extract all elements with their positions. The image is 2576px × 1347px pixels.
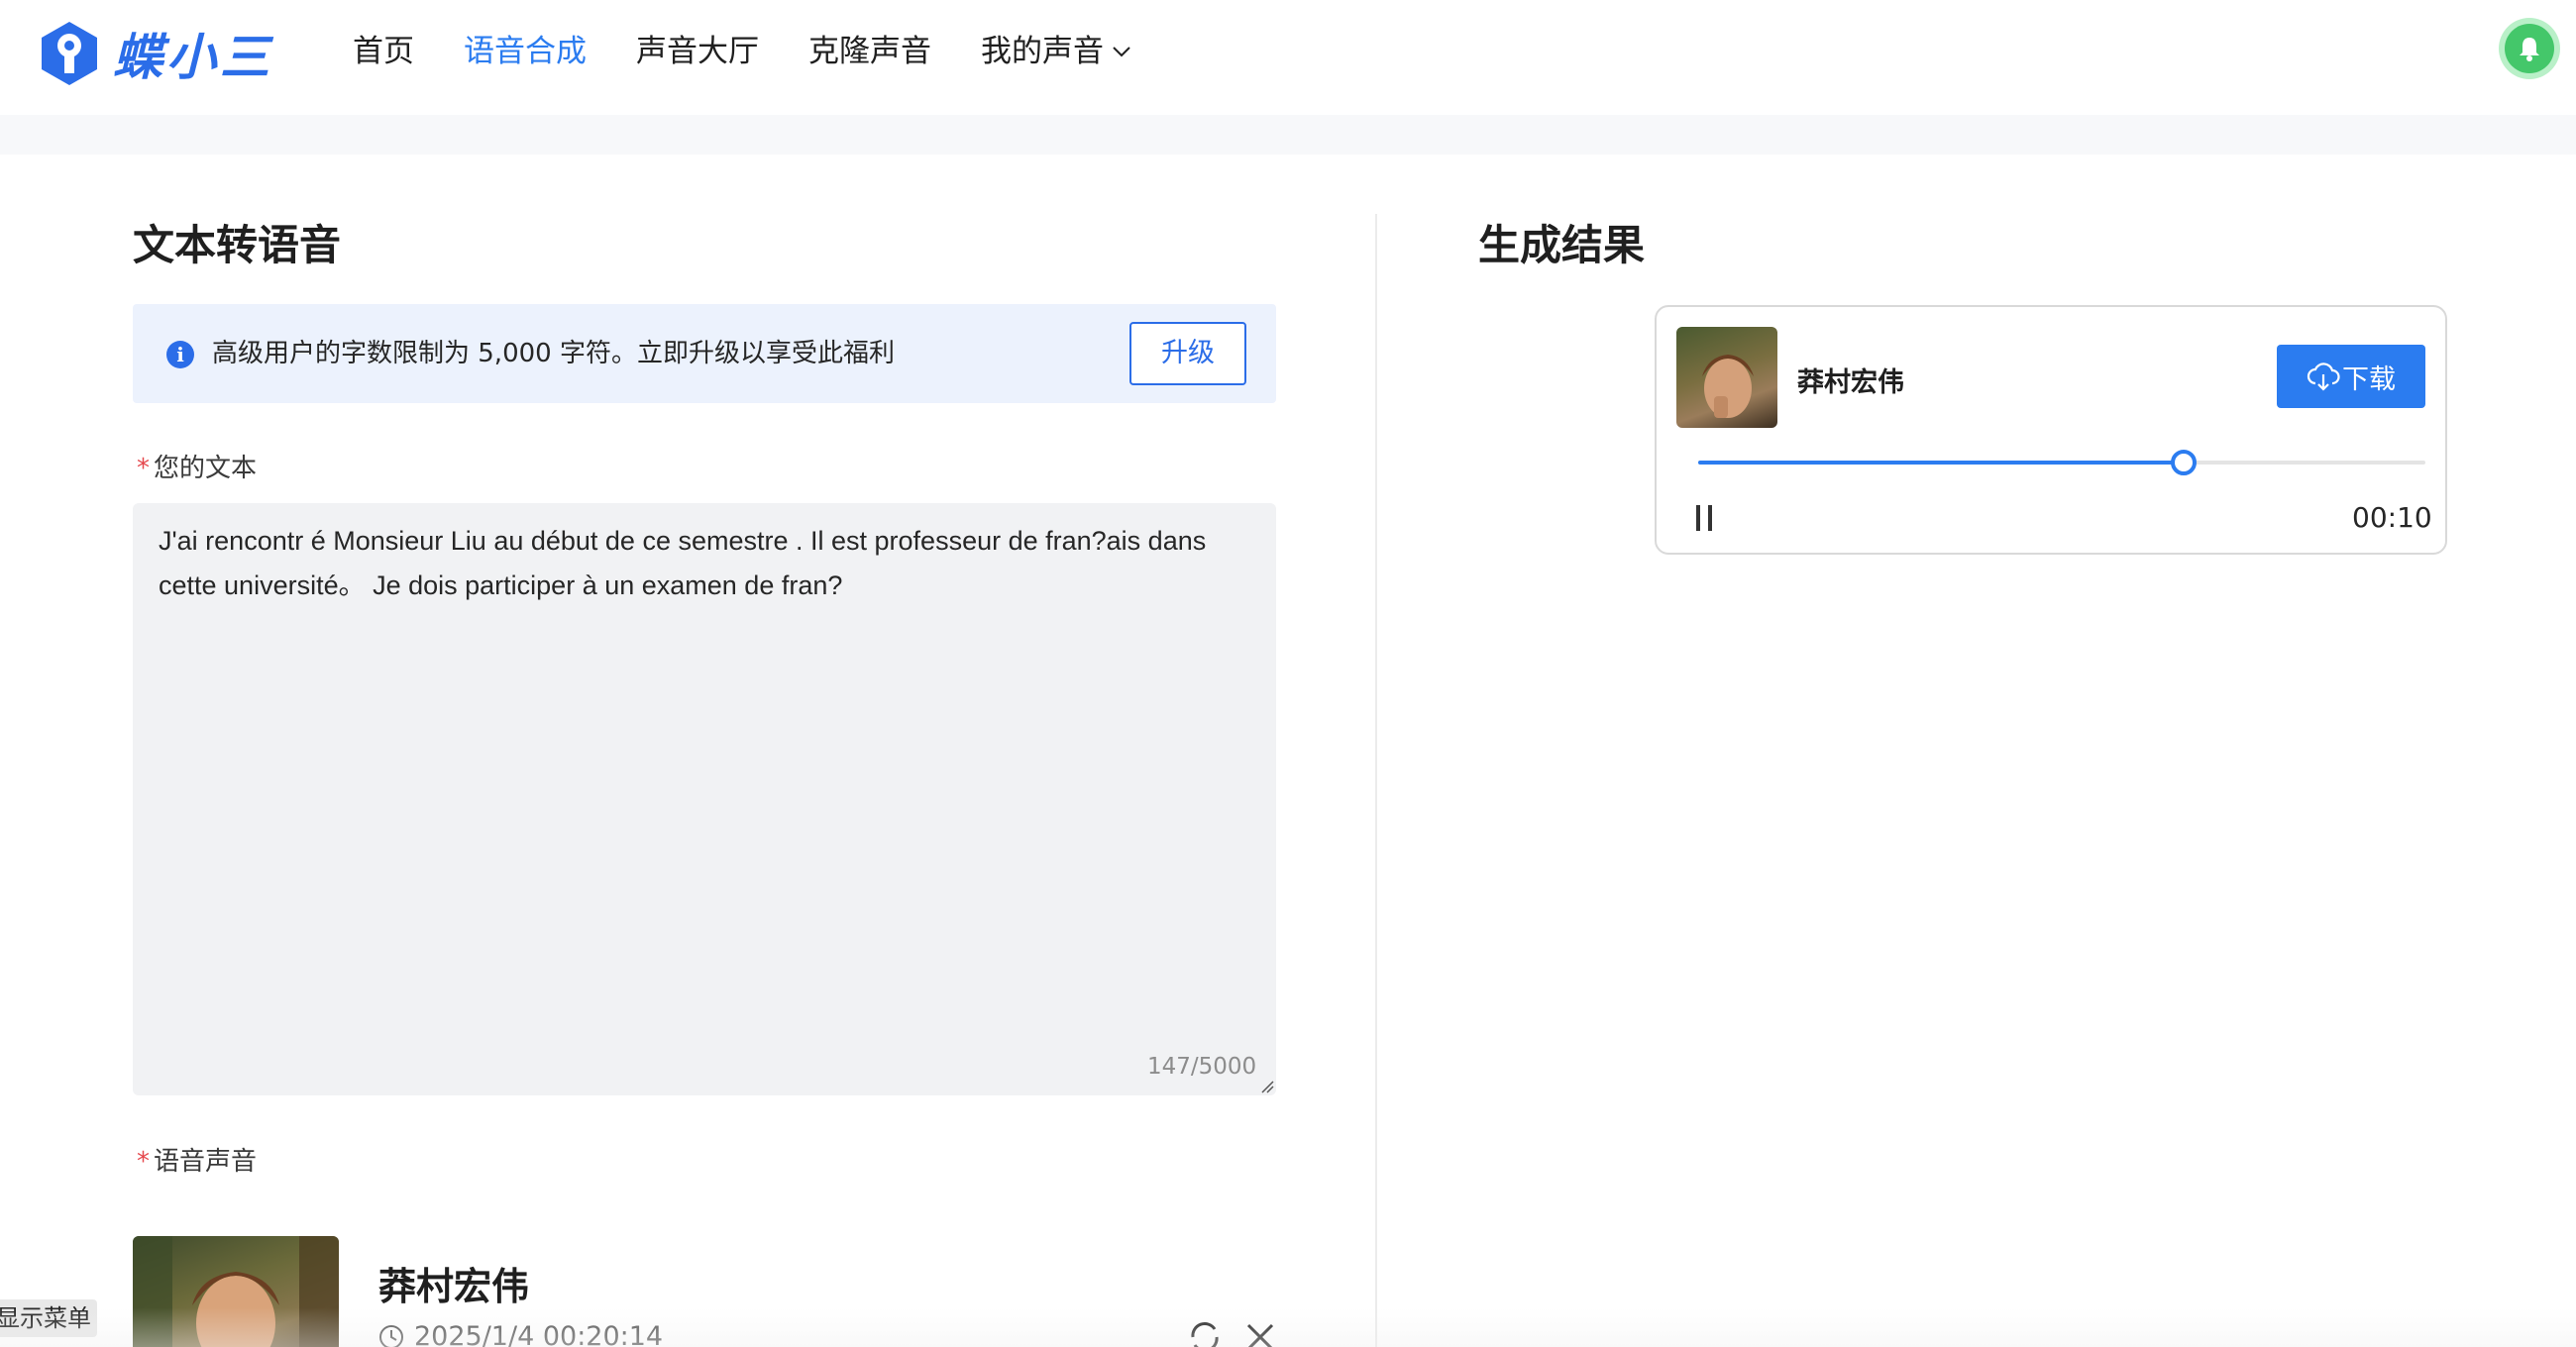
progress-fill [1698, 461, 2184, 465]
upgrade-button[interactable]: 升级 [1129, 322, 1246, 385]
logo-mark-icon [42, 22, 97, 85]
download-button[interactable]: 下载 [2277, 345, 2425, 408]
char-count: 147/5000 [1147, 1054, 1257, 1080]
bell-icon [2520, 38, 2539, 61]
nav-my-voices[interactable]: 我的声音 [981, 30, 1133, 73]
nav-home[interactable]: 首页 [353, 30, 414, 73]
chevron-down-icon [1113, 47, 1130, 57]
sub-bar [0, 115, 2576, 155]
playback-time: 00:10 [2352, 501, 2432, 534]
pause-icon [1708, 505, 1712, 531]
logo-text: 蝶小三 [113, 29, 273, 86]
progress-track[interactable] [1698, 450, 2425, 475]
top-header: 蝶小三 首页 语音合成 声音大厅 克隆声音 我的声音 [0, 0, 2576, 115]
pause-button[interactable] [1692, 501, 1718, 535]
selected-voice-date: 2025/1/4 00:20:14 [378, 1321, 663, 1347]
nav-voice-hall[interactable]: 声音大厅 [636, 30, 759, 73]
progress-knob[interactable] [2170, 450, 2197, 475]
nav-tts[interactable]: 语音合成 [464, 30, 587, 73]
main-nav: 首页 语音合成 声音大厅 克隆声音 我的声音 [353, 30, 1183, 73]
text-field-label-text: 您的文本 [154, 454, 258, 483]
tts-title: 文本转语音 [133, 221, 342, 269]
nav-home-label: 首页 [353, 34, 414, 69]
result-card: 莽村宏伟 下载 00:10 [1655, 305, 2447, 555]
notice-text: 高级用户的字数限制为 5,000 字符。立即升级以享受此福利 [212, 339, 895, 368]
cloud-download-icon [2307, 363, 2340, 391]
nav-voice-hall-label: 声音大厅 [636, 34, 759, 69]
pause-icon [1696, 505, 1700, 531]
nav-clone-voice-label: 克隆声音 [808, 34, 931, 69]
resize-handle-icon[interactable] [1260, 1080, 1274, 1093]
nav-tts-label: 语音合成 [464, 34, 587, 69]
upgrade-notice: i 高级用户的字数限制为 5,000 字符。立即升级以享受此福利 升级 [133, 304, 1276, 403]
app-root: 蝶小三 首页 语音合成 声音大厅 克隆声音 我的声音 文本转语音 i 高级用户的… [0, 0, 2576, 1347]
voice-avatar[interactable] [133, 1236, 339, 1347]
info-icon: i [166, 341, 194, 368]
selected-voice-name: 莽村宏伟 [378, 1265, 530, 1308]
notification-bell[interactable] [2499, 18, 2560, 79]
voice-field-label-text: 语音声音 [154, 1147, 258, 1177]
panel-divider [1375, 214, 1377, 1347]
show-menu-button[interactable]: 显示菜单 [0, 1299, 97, 1337]
result-voice-name: 莽村宏伟 [1797, 367, 1904, 398]
voice-actions [1185, 1317, 1296, 1347]
text-field-label: * 您的文本 [137, 448, 257, 484]
voice-field-label: * 语音声音 [137, 1141, 257, 1178]
result-avatar-image [1702, 355, 1754, 418]
nav-my-voices-label: 我的声音 [981, 34, 1104, 69]
result-voice-avatar [1676, 327, 1777, 428]
nav-clone-voice[interactable]: 克隆声音 [808, 30, 931, 73]
clock-icon [379, 1324, 403, 1347]
download-label: 下载 [2342, 363, 2396, 395]
close-icon[interactable] [1240, 1317, 1280, 1347]
logo[interactable]: 蝶小三 [38, 18, 273, 89]
voice-avatar-image [133, 1236, 339, 1347]
result-title: 生成结果 [1478, 221, 1646, 269]
refresh-icon[interactable] [1185, 1317, 1225, 1347]
voice-date-text: 2025/1/4 00:20:14 [414, 1321, 664, 1347]
required-mark: * [137, 454, 150, 483]
bell-badge [2505, 24, 2554, 73]
required-mark: * [137, 1147, 150, 1177]
text-input[interactable]: J'ai rencontr é Monsieur Liu au début de… [133, 503, 1276, 1095]
